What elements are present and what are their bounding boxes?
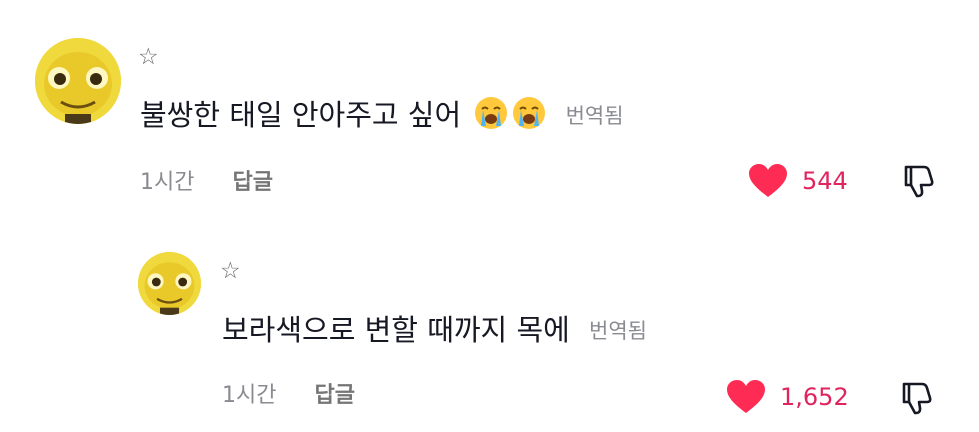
comment-text: 보라색으로 변할 때까지 목에 번역됨 <box>222 316 647 345</box>
dislike-icon[interactable] <box>900 163 936 199</box>
dislike-icon[interactable] <box>898 380 934 416</box>
like-count: 544 <box>802 167 848 195</box>
translated-label[interactable]: 번역됨 <box>566 104 624 128</box>
heart-icon <box>727 380 765 413</box>
avatar[interactable] <box>138 252 201 315</box>
like-button[interactable]: 1,652 <box>726 379 849 415</box>
translated-label[interactable]: 번역됨 <box>589 319 647 343</box>
comment-meta: 1시간 답글 <box>140 172 273 194</box>
avatar[interactable] <box>35 38 121 124</box>
like-count: 1,652 <box>780 383 849 411</box>
heart-icon <box>749 164 787 197</box>
timestamp: 1시간 <box>222 383 277 408</box>
comment-1: ☆ 불쌍한 태일 안아주고 싶어 번역됨 1시간 답글 544 <box>0 0 979 210</box>
comment-text: 불쌍한 태일 안아주고 싶어 번역됨 <box>140 96 624 130</box>
crying-face-emoji <box>474 96 508 130</box>
star-icon: ☆ <box>220 258 241 284</box>
comment-body: 보라색으로 변할 때까지 목에 <box>222 313 570 347</box>
star-icon: ☆ <box>138 44 159 70</box>
comment-2: ☆ 보라색으로 변할 때까지 목에 번역됨 1시간 답글 1,652 <box>0 210 979 432</box>
crying-face-emoji <box>512 96 546 130</box>
like-button[interactable]: 544 <box>748 163 848 199</box>
reply-button[interactable]: 답글 <box>232 170 272 195</box>
timestamp: 1시간 <box>140 170 195 195</box>
comment-meta: 1시간 답글 <box>222 385 355 407</box>
reply-button[interactable]: 답글 <box>314 383 354 408</box>
comment-body: 불쌍한 태일 안아주고 싶어 <box>140 98 462 132</box>
